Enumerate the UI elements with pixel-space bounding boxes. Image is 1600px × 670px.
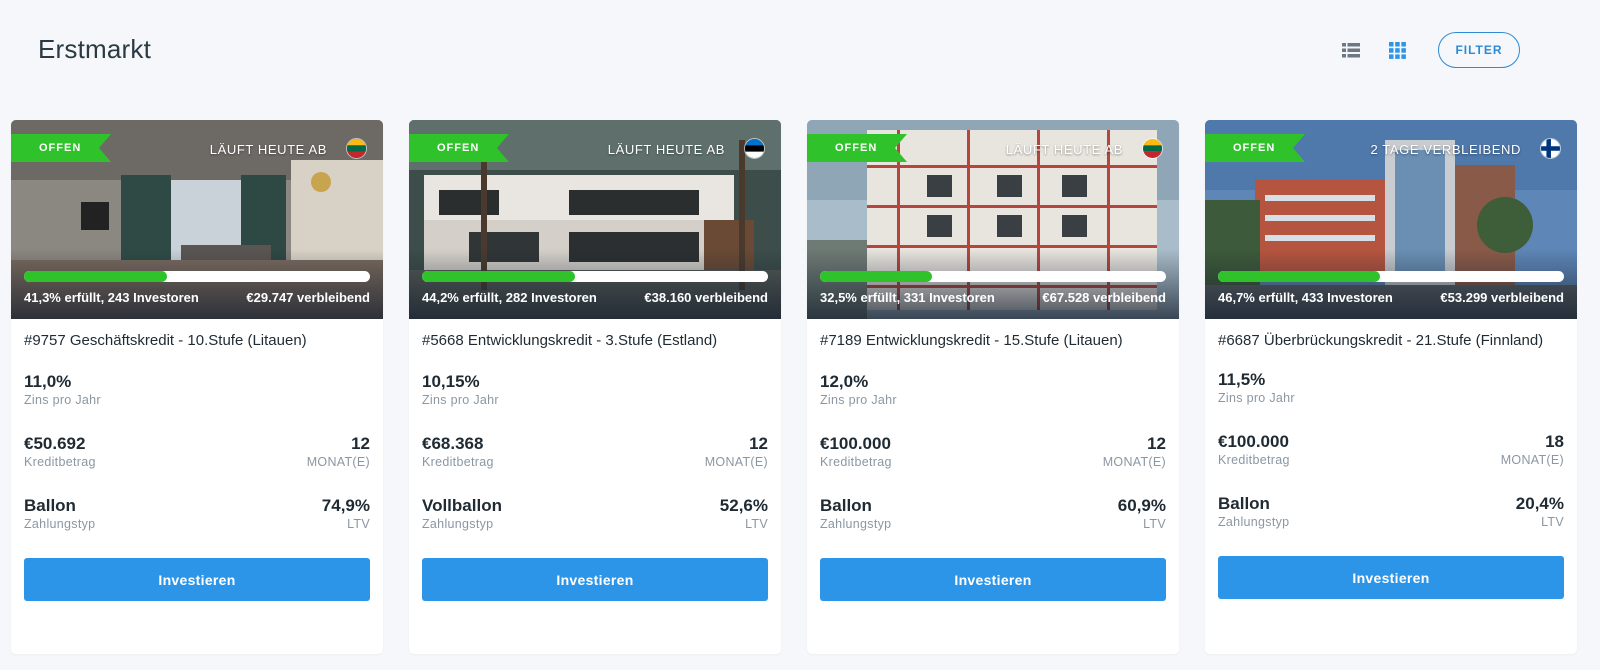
loan-image[interactable]: OFFEN LÄUFT HEUTE AB 32,5% erfüllt, 331 … (807, 120, 1179, 319)
loan-amount-label: Kreditbetrag (422, 455, 494, 469)
loan-amount-label: Kreditbetrag (1218, 453, 1290, 467)
payment-type: Ballon (24, 496, 76, 515)
loan-term-label: MONAT(E) (306, 455, 370, 469)
loan-title[interactable]: #5668 Entwicklungskredit - 3.Stufe (Estl… (422, 331, 768, 350)
remaining-text: €38.160 verbleibend (644, 290, 768, 305)
hero-gradient (1205, 249, 1577, 319)
payment-type-label: Zahlungstyp (24, 517, 96, 531)
loan-card: OFFEN LÄUFT HEUTE AB 41,3% erfüllt, 243 … (11, 120, 383, 654)
loan-title[interactable]: #9757 Geschäftskredit - 10.Stufe (Litaue… (24, 331, 370, 350)
funded-text: 32,5% erfüllt, 331 Investoren (820, 290, 995, 305)
loan-term: 12 (1147, 434, 1166, 453)
loan-amount: €68.368 (422, 434, 484, 453)
view-toolbar: FILTER (1340, 32, 1520, 68)
loan-amount: €100.000 (820, 434, 891, 453)
ltv-label: LTV (1541, 515, 1564, 529)
remaining-text: €29.747 verbleibend (246, 290, 370, 305)
loan-image[interactable]: OFFEN 2 TAGE VERBLEIBEND 46,7% erfüllt, … (1205, 120, 1577, 319)
remaining-text: €53.299 verbleibend (1440, 290, 1564, 305)
funding-progress-bar (1218, 271, 1564, 282)
invest-button[interactable]: Investieren (1218, 556, 1564, 599)
interest-rate-label: Zins pro Jahr (24, 393, 101, 407)
finland-flag-icon (1540, 138, 1561, 159)
list-view-icon[interactable] (1340, 39, 1362, 61)
ltv-label: LTV (745, 517, 768, 531)
lithuania-flag-icon (346, 138, 367, 159)
loan-term: 18 (1545, 432, 1564, 451)
payment-type: Vollballon (422, 496, 502, 515)
loan-card: OFFEN 2 TAGE VERBLEIBEND 46,7% erfüllt, … (1205, 120, 1577, 654)
funding-progress-fill (820, 271, 933, 282)
funding-progress-bar (24, 271, 370, 282)
time-left-label: 2 TAGE VERBLEIBEND (1370, 142, 1521, 157)
interest-rate-label: Zins pro Jahr (820, 393, 897, 407)
funding-progress-bar (422, 271, 768, 282)
ltv-value: 52,6% (719, 496, 768, 515)
hero-gradient (409, 249, 781, 319)
payment-type: Ballon (820, 496, 872, 515)
loan-term-label: MONAT(E) (1500, 453, 1564, 467)
loan-image[interactable]: OFFEN LÄUFT HEUTE AB 44,2% erfüllt, 282 … (409, 120, 781, 319)
status-badge: OFFEN (11, 134, 111, 162)
loan-title[interactable]: #7189 Entwicklungskredit - 15.Stufe (Lit… (820, 331, 1166, 350)
interest-rate: 11,5% (1218, 370, 1266, 389)
lithuania-flag-icon (1142, 138, 1163, 159)
status-badge: OFFEN (807, 134, 907, 162)
loan-image[interactable]: OFFEN LÄUFT HEUTE AB 41,3% erfüllt, 243 … (11, 120, 383, 319)
hero-gradient (807, 249, 1179, 319)
status-badge: OFFEN (1205, 134, 1305, 162)
payment-type-label: Zahlungstyp (1218, 515, 1290, 529)
loan-card: OFFEN LÄUFT HEUTE AB 32,5% erfüllt, 331 … (807, 120, 1179, 654)
funded-text: 44,2% erfüllt, 282 Investoren (422, 290, 597, 305)
remaining-text: €67.528 verbleibend (1042, 290, 1166, 305)
funding-progress-fill (422, 271, 575, 282)
loan-amount: €50.692 (24, 434, 86, 453)
funding-progress-fill (1218, 271, 1380, 282)
ltv-value: 20,4% (1515, 494, 1564, 513)
invest-button[interactable]: Investieren (422, 558, 768, 601)
loan-term: 12 (749, 434, 768, 453)
interest-rate: 12,0% (820, 372, 869, 391)
estonia-flag-icon (744, 138, 765, 159)
loan-term-label: MONAT(E) (1102, 455, 1166, 469)
time-left-label: LÄUFT HEUTE AB (209, 142, 327, 157)
status-badge: OFFEN (409, 134, 509, 162)
filter-button[interactable]: FILTER (1438, 32, 1520, 68)
ltv-label: LTV (347, 517, 370, 531)
invest-button[interactable]: Investieren (24, 558, 370, 601)
invest-button[interactable]: Investieren (820, 558, 1166, 601)
page-title: Erstmarkt (38, 34, 152, 64)
ltv-label: LTV (1143, 517, 1166, 531)
loan-card-list: OFFEN LÄUFT HEUTE AB 41,3% erfüllt, 243 … (11, 120, 1577, 654)
payment-type-label: Zahlungstyp (820, 517, 892, 531)
funded-text: 46,7% erfüllt, 433 Investoren (1218, 290, 1393, 305)
loan-amount-label: Kreditbetrag (820, 455, 892, 469)
funding-progress-bar (820, 271, 1166, 282)
interest-rate-label: Zins pro Jahr (1218, 391, 1295, 405)
ltv-value: 74,9% (321, 496, 370, 515)
time-left-label: LÄUFT HEUTE AB (1005, 142, 1123, 157)
payment-type-label: Zahlungstyp (422, 517, 494, 531)
grid-view-icon[interactable] (1386, 39, 1408, 61)
ltv-value: 60,9% (1117, 496, 1166, 515)
loan-card: OFFEN LÄUFT HEUTE AB 44,2% erfüllt, 282 … (409, 120, 781, 654)
loan-amount-label: Kreditbetrag (24, 455, 96, 469)
interest-rate: 10,15% (422, 372, 480, 391)
loan-term-label: MONAT(E) (704, 455, 768, 469)
loan-term: 12 (351, 434, 370, 453)
funding-progress-fill (24, 271, 167, 282)
interest-rate-label: Zins pro Jahr (422, 393, 499, 407)
loan-amount: €100.000 (1218, 432, 1289, 451)
time-left-label: LÄUFT HEUTE AB (607, 142, 725, 157)
loan-title[interactable]: #6687 Überbrückungskredit - 21.Stufe (Fi… (1218, 331, 1564, 350)
interest-rate: 11,0% (24, 372, 72, 391)
funded-text: 41,3% erfüllt, 243 Investoren (24, 290, 199, 305)
payment-type: Ballon (1218, 494, 1270, 513)
hero-gradient (11, 249, 383, 319)
